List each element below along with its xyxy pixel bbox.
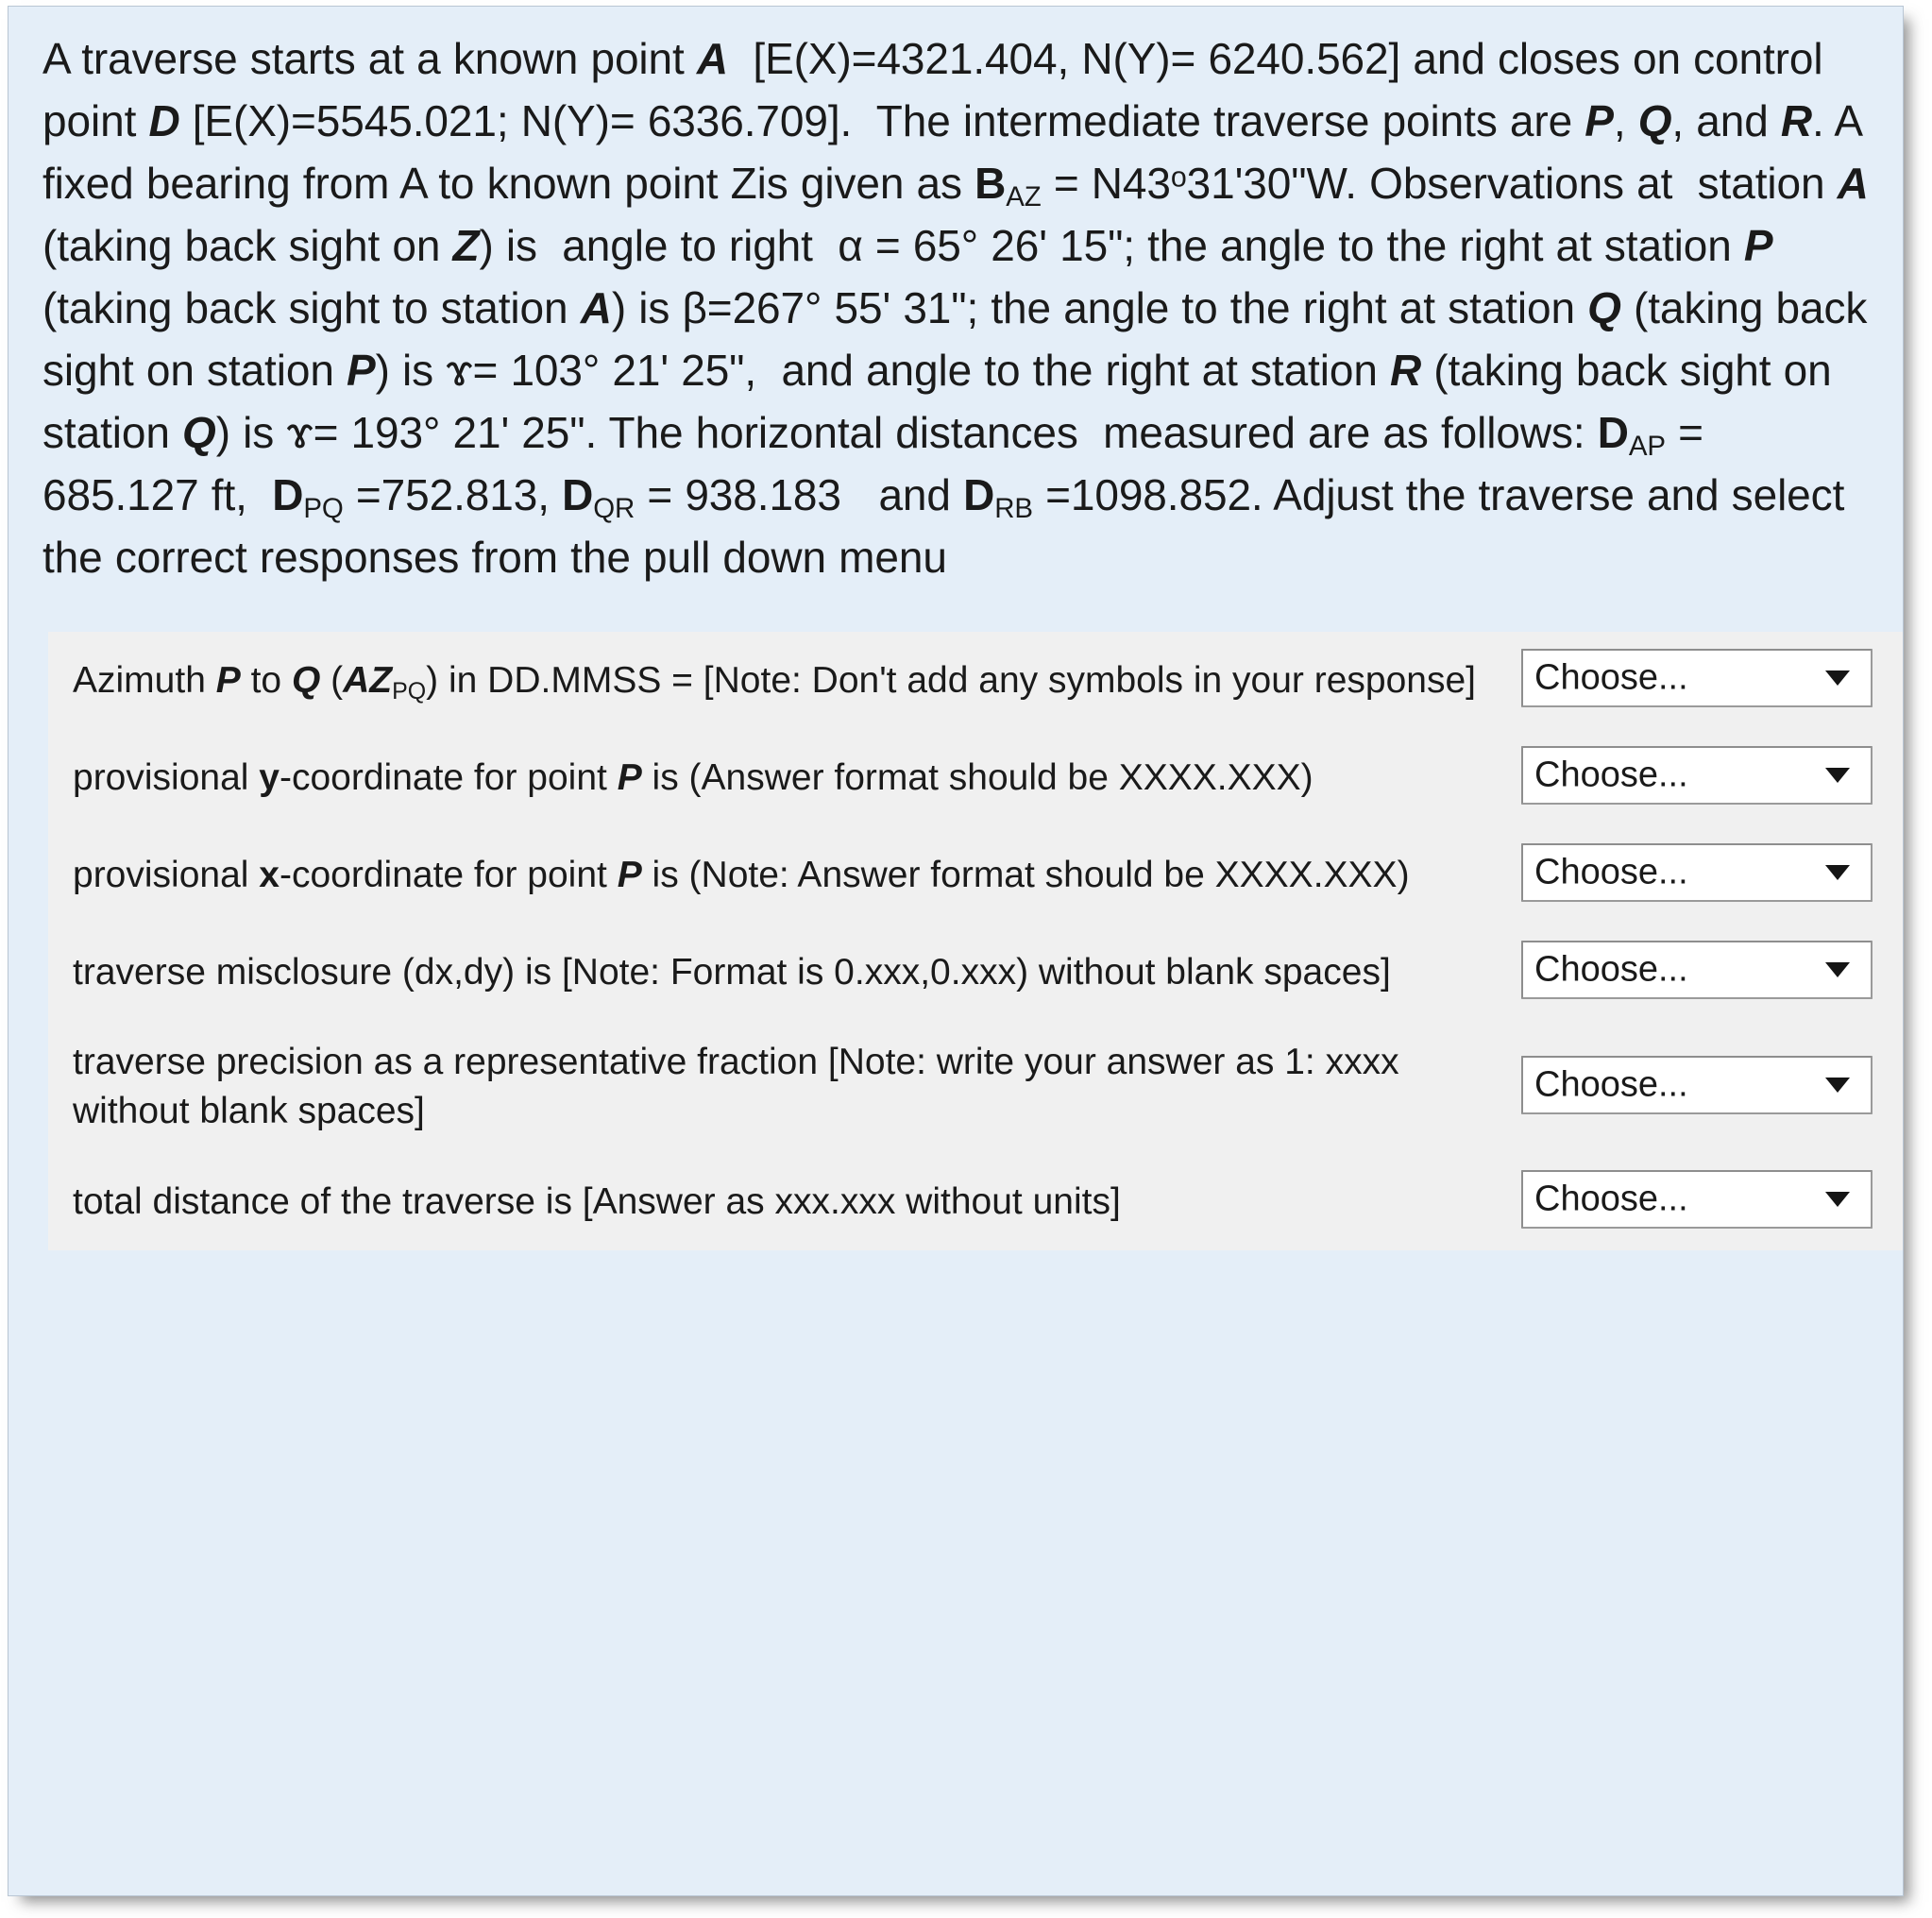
instruction-text: Adjust the traverse and select the corre… bbox=[42, 470, 1845, 582]
dropdown-provisional-y[interactable]: Choose... bbox=[1521, 746, 1873, 805]
beta-symbol: β bbox=[682, 283, 707, 332]
answer-cell: Choose... bbox=[1508, 826, 1903, 924]
dropdown-provisional-x[interactable]: Choose... bbox=[1521, 843, 1873, 902]
dropdown-azimuth-pq[interactable]: Choose... bbox=[1521, 649, 1873, 707]
answer-cell: Choose... bbox=[1508, 632, 1903, 729]
point-p-label: P bbox=[1585, 96, 1614, 145]
angle-station-r: R bbox=[1390, 346, 1422, 395]
answers-table: Azimuth P to Q (AZPQ) in DD.MMSS = [Note… bbox=[48, 632, 1903, 1250]
dropdown-total-distance[interactable]: Choose... bbox=[1521, 1170, 1873, 1229]
answer-cell: Choose... bbox=[1508, 1153, 1903, 1250]
dist-pq-symbol: D bbox=[272, 470, 304, 519]
row1-point-p: P bbox=[617, 756, 642, 798]
dropdown-misclosure[interactable]: Choose... bbox=[1521, 941, 1873, 999]
row2-text-a: provisional bbox=[73, 854, 260, 895]
row2-point-p: P bbox=[617, 854, 642, 895]
dist-qr-subscript: QR bbox=[593, 493, 636, 525]
table-row: provisional x-coordinate for point P is … bbox=[48, 826, 1903, 924]
row2-bold: x bbox=[259, 854, 280, 895]
dist-ap-subscript: AP bbox=[1628, 431, 1666, 463]
question-label-total-distance: total distance of the traverse is [Answe… bbox=[73, 1180, 1121, 1222]
angle-station-p: P bbox=[1743, 221, 1773, 270]
gamma-value-q: 103° 21' 25" bbox=[510, 346, 745, 395]
point-q-label: Q bbox=[1637, 96, 1672, 145]
beta-value: 267° 55' 31" bbox=[732, 283, 967, 332]
question-panel-inner: A traverse starts at a known point A [E(… bbox=[8, 7, 1903, 1895]
table-row: traverse precision as a representative f… bbox=[48, 1021, 1903, 1153]
dropdown-selected-value: Choose... bbox=[1534, 949, 1688, 990]
row1-text-c: is (Answer format should be XXXX.XXX) bbox=[641, 756, 1313, 798]
dist-qr-symbol: D bbox=[562, 470, 594, 519]
point-d-ny: 6336.709 bbox=[647, 96, 828, 145]
row0-az-subscript: PQ bbox=[392, 677, 427, 704]
problem-statement: A traverse starts at a known point A [E(… bbox=[42, 34, 1869, 582]
dropdown-selected-value: Choose... bbox=[1534, 1179, 1688, 1219]
dist-qr-value: 938.183 bbox=[685, 470, 841, 519]
dropdown-selected-value: Choose... bbox=[1534, 852, 1688, 892]
gamma-symbol-q: ɤ bbox=[446, 346, 473, 395]
dist-rb-symbol: D bbox=[963, 470, 995, 519]
row2-text-c: is (Note: Answer format should be XXXX.X… bbox=[641, 854, 1410, 895]
question-panel: A traverse starts at a known point A [E(… bbox=[8, 6, 1904, 1896]
row2-text-b: -coordinate for point bbox=[279, 854, 618, 895]
question-label-misclosure: traverse misclosure (dx,dy) is [Note: Fo… bbox=[73, 951, 1391, 993]
dropdown-selected-value: Choose... bbox=[1534, 1064, 1688, 1104]
dist-pq-value: 752.813 bbox=[381, 470, 538, 519]
angle-backsight-p: P bbox=[347, 346, 376, 395]
row0-az: AZ bbox=[343, 659, 393, 701]
point-d-label: D bbox=[148, 96, 180, 145]
answer-cell: Choose... bbox=[1508, 1021, 1903, 1153]
dist-ap-symbol: D bbox=[1597, 408, 1629, 457]
row0-text-d: ) in DD.MMSS = [Note: Don't add any symb… bbox=[426, 659, 1476, 701]
angle-station-q: Q bbox=[1587, 283, 1621, 332]
dist-rb-value: 1098.852 bbox=[1070, 470, 1251, 519]
row0-point-p: P bbox=[215, 659, 241, 701]
angle-station-a: A bbox=[1837, 159, 1869, 208]
chevron-down-icon bbox=[1825, 670, 1850, 686]
question-label-azimuth: Azimuth P to Q (AZPQ) in DD.MMSS = [Note… bbox=[48, 632, 1508, 729]
point-r-label: R bbox=[1780, 96, 1813, 145]
chevron-down-icon bbox=[1825, 865, 1850, 880]
bearing-symbol: B bbox=[974, 159, 1007, 208]
point-a-label: A bbox=[696, 34, 729, 83]
question-label-precision: traverse precision as a representative f… bbox=[73, 1042, 1399, 1131]
dist-rb-subscript: RB bbox=[994, 493, 1033, 525]
angle-backsight-a: A bbox=[580, 283, 612, 332]
row0-text-a: Azimuth bbox=[73, 659, 216, 701]
dropdown-selected-value: Choose... bbox=[1534, 755, 1688, 795]
table-row: Azimuth P to Q (AZPQ) in DD.MMSS = [Note… bbox=[48, 632, 1903, 729]
alpha-symbol: α bbox=[838, 221, 863, 270]
table-row: provisional y-coordinate for point P is … bbox=[48, 729, 1903, 826]
answer-cell: Choose... bbox=[1508, 729, 1903, 826]
bearing-subscript: AZ bbox=[1006, 181, 1042, 213]
gamma-value-r: 193° 21' 25" bbox=[350, 408, 585, 457]
row0-point-q: Q bbox=[291, 659, 321, 701]
angle-backsight-q: Q bbox=[182, 408, 216, 457]
point-a-ny: 6240.562 bbox=[1208, 34, 1389, 83]
point-d-ex: 5545.021 bbox=[315, 96, 497, 145]
dropdown-precision[interactable]: Choose... bbox=[1521, 1055, 1873, 1114]
chevron-down-icon bbox=[1825, 1192, 1850, 1207]
dropdown-selected-value: Choose... bbox=[1534, 657, 1688, 698]
row0-text-b: to bbox=[240, 659, 292, 701]
dist-ap-units: ft bbox=[211, 470, 236, 519]
gamma-symbol-r: ɤ bbox=[286, 408, 314, 457]
table-row: total distance of the traverse is [Answe… bbox=[48, 1153, 1903, 1250]
dist-ap-value: 685.127 bbox=[42, 470, 199, 519]
chevron-down-icon bbox=[1825, 962, 1850, 977]
alpha-value: 65° 26' 15" bbox=[912, 221, 1124, 270]
row1-text-b: -coordinate for point bbox=[279, 756, 618, 798]
point-a-ex: 4321.404 bbox=[876, 34, 1058, 83]
row1-bold: y bbox=[259, 756, 280, 798]
chevron-down-icon bbox=[1825, 1077, 1850, 1093]
question-label-provisional-x: provisional x-coordinate for point P is … bbox=[48, 826, 1508, 924]
answer-cell: Choose... bbox=[1508, 924, 1903, 1021]
angle-backsight-z: Z bbox=[452, 221, 480, 270]
dist-pq-subscript: PQ bbox=[303, 493, 344, 525]
row1-text-a: provisional bbox=[73, 756, 260, 798]
question-label-provisional-y: provisional y-coordinate for point P is … bbox=[48, 729, 1508, 826]
chevron-down-icon bbox=[1825, 768, 1850, 783]
table-row: traverse misclosure (dx,dy) is [Note: Fo… bbox=[48, 924, 1903, 1021]
row0-text-c: ( bbox=[320, 659, 344, 701]
